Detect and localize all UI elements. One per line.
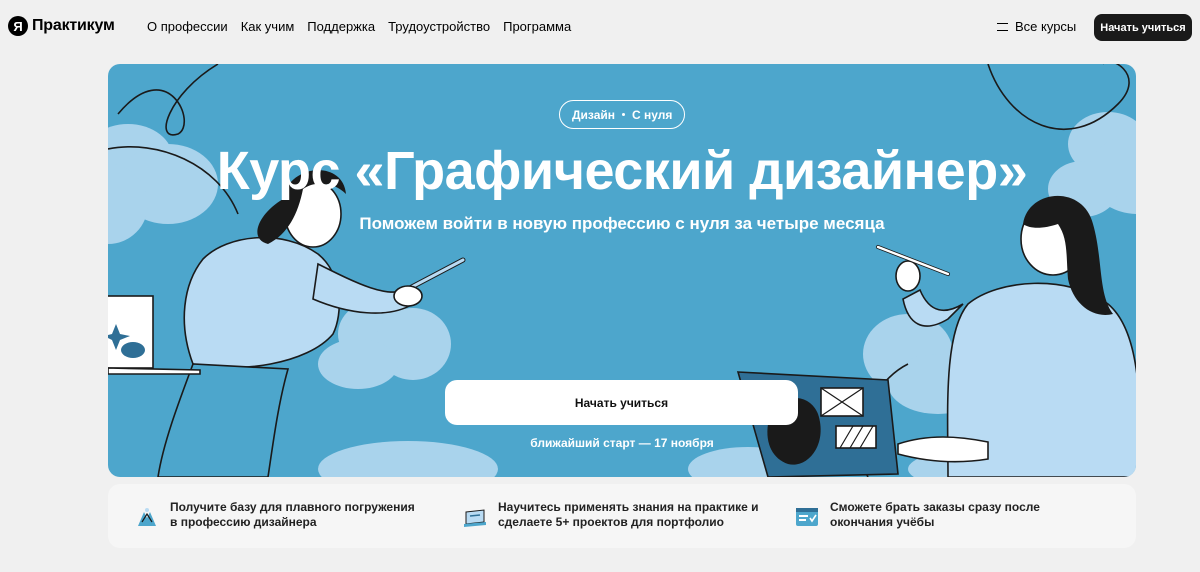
- browser-window-icon: [796, 508, 818, 526]
- menu-icon: [997, 22, 1008, 31]
- benefit-text: Сможете брать заказы сразу после окончан…: [830, 500, 1040, 529]
- tag-design: Дизайн: [572, 107, 616, 122]
- benefit-item: Сможете брать заказы сразу после окончан…: [794, 500, 1054, 530]
- logo[interactable]: Я Практикум: [8, 16, 115, 36]
- course-tags: Дизайн С нуля: [559, 100, 686, 129]
- benefit-text: Получите базу для плавного погружения в …: [170, 500, 415, 529]
- header-start-button[interactable]: Начать учиться: [1094, 14, 1192, 41]
- logo-mark: Я: [8, 16, 28, 36]
- all-courses-button[interactable]: Все курсы: [997, 19, 1076, 34]
- hero-title: Курс «Графический дизайнер»: [216, 141, 1028, 201]
- all-courses-label: Все курсы: [1015, 19, 1077, 34]
- nav-item-program[interactable]: Программа: [503, 19, 571, 34]
- hero-start-button[interactable]: Начать учиться: [445, 380, 798, 425]
- benefit-text: Научитесь применять знания на практике и…: [498, 500, 759, 529]
- hero-subtitle: Поможем войти в новую профессию с нуля з…: [359, 214, 885, 233]
- nav-item-profession[interactable]: О профессии: [147, 19, 228, 34]
- logo-text: Практикум: [32, 17, 115, 34]
- laptop-icon: [464, 509, 486, 527]
- nav-item-how-we-teach[interactable]: Как учим: [241, 19, 295, 34]
- benefits-bar: Получите базу для плавного погружения в …: [108, 484, 1136, 548]
- benefit-item: Научитесь применять знания на практике и…: [462, 500, 762, 530]
- main-nav: О профессии Как учим Поддержка Трудоустр…: [147, 19, 584, 34]
- tag-separator: [622, 113, 626, 116]
- site-header: Я Практикум О профессии Как учим Поддерж…: [0, 0, 1200, 56]
- tag-from-scratch: С нуля: [632, 107, 673, 122]
- nav-item-employment[interactable]: Трудоустройство: [388, 19, 490, 34]
- hero-banner: Дизайн С нуля Курс «Графический дизайнер…: [108, 64, 1136, 477]
- hands-icon: [138, 508, 156, 526]
- benefit-item: Получите базу для плавного погружения в …: [134, 500, 424, 530]
- next-start-date: ближайший старт — 17 ноября: [530, 436, 714, 450]
- nav-item-support[interactable]: Поддержка: [307, 19, 375, 34]
